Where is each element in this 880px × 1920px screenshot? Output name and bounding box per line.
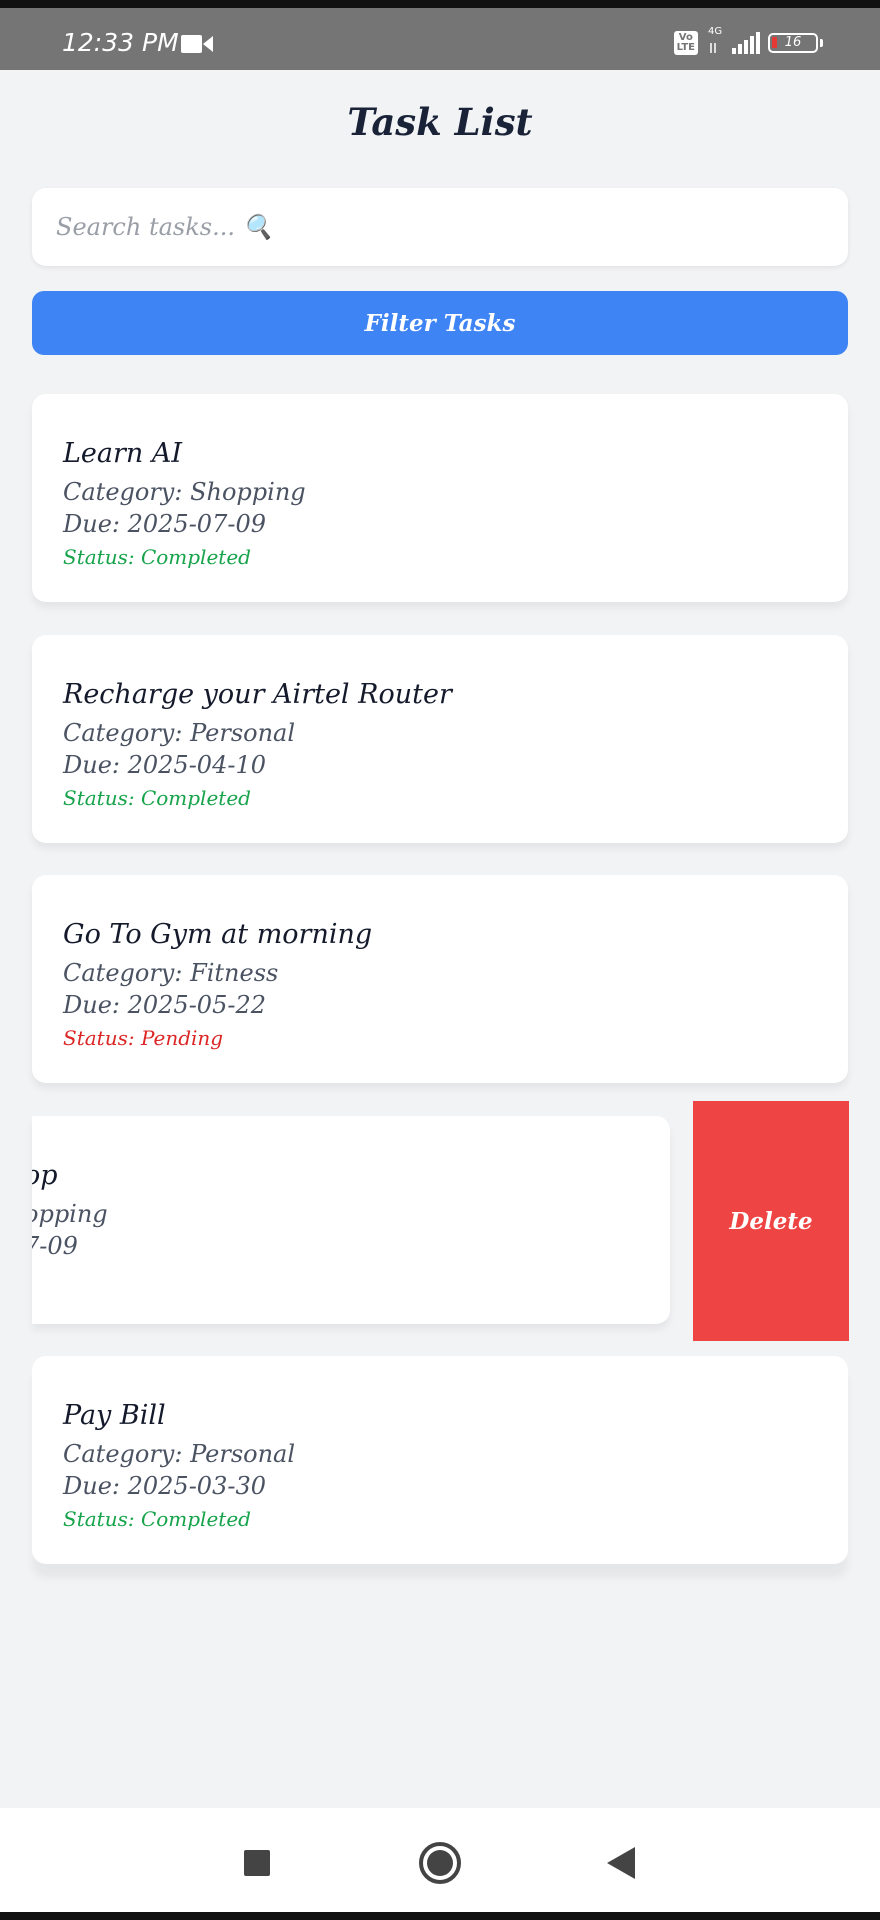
task-category: Category: Personal: [63, 719, 296, 747]
task-due-date: 7-09: [32, 1232, 78, 1260]
task-card-content: Go To Gym at morning Category: Fitness D…: [63, 913, 372, 1055]
task-card-content: Pay Bill Category: Personal Due: 2025-03…: [63, 1394, 295, 1536]
search-box[interactable]: [32, 188, 848, 266]
task-status: Status: Pending: [63, 1026, 224, 1050]
status-time: 12:33 PM: [62, 28, 179, 57]
task-category: opping: [32, 1200, 108, 1228]
volte-badge: Vo LTE: [673, 31, 698, 55]
signal-icon: [732, 32, 760, 54]
home-circle-icon: [419, 1842, 461, 1884]
task-status: Status: Completed: [63, 1507, 251, 1531]
task-card-content: op opping 7-09: [32, 1154, 108, 1262]
task-due-date: Due: 2025-05-22: [63, 991, 266, 1019]
home-button[interactable]: [415, 1838, 465, 1888]
task-title: Recharge your Airtel Router: [63, 679, 452, 710]
task-card-content: Recharge your Airtel Router Category: Pe…: [63, 673, 452, 815]
recents-button[interactable]: [232, 1838, 282, 1888]
filter-tasks-button[interactable]: Filter Tasks: [32, 291, 848, 355]
battery-level: 16: [784, 35, 802, 50]
back-triangle-icon: [607, 1847, 635, 1879]
task-title: op: [32, 1160, 58, 1191]
delete-button[interactable]: Delete: [693, 1101, 849, 1341]
task-card-content: Learn AI Category: Shopping Due: 2025-07…: [63, 432, 306, 574]
task-title: Learn AI: [63, 438, 183, 469]
network-type-text: 4G: [708, 26, 723, 37]
page-title: Task List: [347, 100, 533, 144]
task-due-date: Due: 2025-03-30: [63, 1472, 266, 1500]
task-card-swiped[interactable]: op opping 7-09: [32, 1116, 670, 1324]
system-nav-bar: [0, 1808, 880, 1920]
task-due-date: Due: 2025-07-09: [63, 510, 266, 538]
task-card[interactable]: Recharge your Airtel Router Category: Pe…: [32, 635, 848, 843]
back-button[interactable]: [596, 1838, 646, 1888]
task-status: Status: Completed: [63, 545, 251, 569]
task-category: Category: Fitness: [63, 959, 279, 987]
task-card[interactable]: Pay Bill Category: Personal Due: 2025-03…: [32, 1356, 848, 1564]
volte-badge-text-2: LTE: [676, 42, 695, 53]
task-title: Go To Gym at morning: [63, 919, 373, 950]
task-title: Pay Bill: [63, 1400, 166, 1431]
task-card[interactable]: Learn AI Category: Shopping Due: 2025-07…: [32, 394, 848, 602]
search-input[interactable]: [54, 212, 838, 242]
task-category: Category: Shopping: [63, 478, 306, 506]
battery-icon: 16: [768, 33, 823, 53]
data-arrows-icon: [710, 43, 716, 53]
video-camera-icon: [181, 35, 213, 53]
network-type-label: 4G: [706, 26, 724, 56]
recents-square-icon: [244, 1850, 270, 1876]
task-card[interactable]: Go To Gym at morning Category: Fitness D…: [32, 875, 848, 1083]
status-indicators: Vo LTE 4G 16: [673, 26, 823, 56]
task-due-date: Due: 2025-04-10: [63, 751, 266, 779]
task-category: Category: Personal: [63, 1440, 296, 1468]
status-bar: 12:33 PM Vo LTE 4G 16: [0, 0, 880, 70]
task-status: Status: Completed: [63, 786, 251, 810]
